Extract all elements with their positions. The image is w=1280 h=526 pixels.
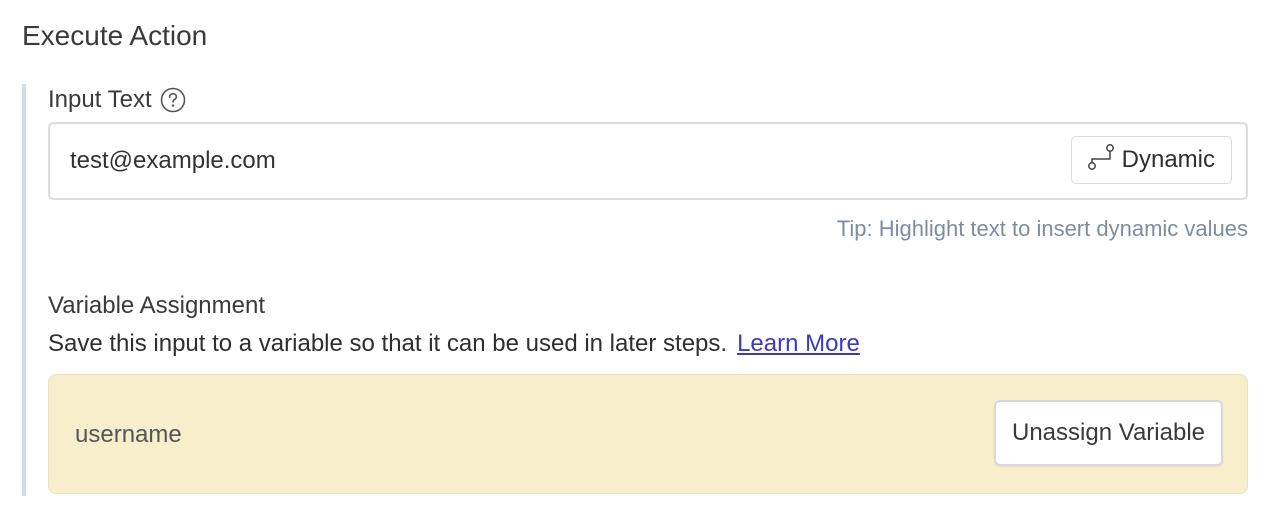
assigned-variable-box: username Unassign Variable (48, 374, 1248, 494)
variable-assignment-title: Variable Assignment (48, 292, 266, 319)
input-text-label: Input Text (48, 86, 152, 113)
action-panel: Input Text Dynamic (22, 84, 1250, 496)
learn-more-link[interactable]: Learn More (737, 330, 860, 357)
dynamic-button-label: Dynamic (1121, 146, 1215, 173)
variable-description-text: Save this input to a variable so that it… (48, 330, 728, 357)
branch-connector-icon (1086, 142, 1116, 179)
input-text-field[interactable] (70, 138, 1030, 184)
dynamic-button[interactable]: Dynamic (1070, 136, 1232, 184)
variable-assignment-description: Save this input to a variable so that it… (48, 328, 860, 360)
unassign-variable-button[interactable]: Unassign Variable (994, 400, 1223, 466)
execute-action-page: Execute Action Input Text test@example.c… (0, 0, 1280, 526)
dynamic-tip-text: Tip: Highlight text to insert dynamic va… (836, 216, 1248, 241)
input-text-label-row: Input Text (48, 84, 186, 116)
variable-name: username (75, 421, 182, 448)
section-title: Execute Action (22, 20, 208, 51)
input-text-field-wrapper: Dynamic (48, 122, 1248, 200)
question-circle-icon[interactable] (160, 87, 186, 113)
